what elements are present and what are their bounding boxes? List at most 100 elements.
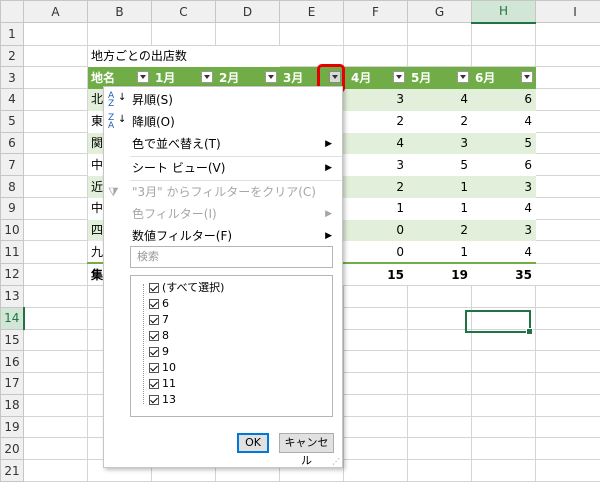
cell[interactable] — [535, 262, 600, 287]
row-header[interactable]: 11 — [0, 240, 24, 264]
filter-checkbox-item[interactable]: 11 — [149, 376, 176, 392]
cell[interactable]: 3 — [343, 153, 408, 177]
cell[interactable]: 3 — [471, 218, 536, 242]
checkbox[interactable] — [149, 283, 159, 293]
cell[interactable] — [215, 22, 280, 46]
cell[interactable] — [471, 22, 536, 46]
checkbox[interactable] — [149, 395, 159, 405]
cell[interactable]: 0 — [343, 240, 408, 264]
filter-value-list[interactable]: (すべて選択) 6 7 8 9 10 11 13 — [130, 275, 333, 417]
cell[interactable] — [407, 350, 472, 374]
cell[interactable] — [535, 306, 600, 330]
filter-checkbox-item[interactable]: 13 — [149, 392, 176, 408]
cell[interactable] — [407, 437, 472, 461]
cell[interactable] — [23, 240, 88, 264]
column-header-i[interactable]: I — [535, 0, 600, 24]
row-header[interactable]: 18 — [0, 393, 24, 417]
cell[interactable] — [407, 306, 472, 330]
row-header[interactable]: 1 — [0, 22, 24, 46]
menu-item-sort-ascending[interactable]: A Z ↓ 昇順(S) — [104, 89, 342, 111]
cell[interactable] — [23, 44, 88, 68]
cell[interactable] — [535, 131, 600, 155]
cell[interactable] — [23, 22, 88, 46]
cell[interactable] — [535, 218, 600, 242]
cell[interactable] — [343, 437, 408, 461]
cell[interactable]: 1 — [407, 196, 472, 220]
table-header-may[interactable]: 5月 — [407, 66, 472, 90]
cell[interactable]: 6 — [471, 153, 536, 177]
filter-checkbox-item[interactable]: 9 — [149, 344, 169, 360]
checkbox[interactable] — [149, 315, 159, 325]
cell[interactable] — [23, 153, 88, 177]
cell[interactable] — [535, 240, 600, 264]
cell[interactable] — [535, 109, 600, 133]
cell[interactable] — [407, 285, 472, 308]
ok-button[interactable]: OK — [237, 433, 269, 453]
cell[interactable] — [535, 350, 600, 374]
filter-checkbox-item[interactable]: 8 — [149, 328, 169, 344]
cell[interactable] — [535, 196, 600, 220]
cell[interactable] — [23, 393, 88, 417]
cell[interactable] — [23, 218, 88, 242]
cell[interactable]: 1 — [407, 240, 472, 264]
cell[interactable] — [407, 459, 472, 482]
cell[interactable]: 3 — [343, 88, 408, 111]
cell[interactable] — [471, 372, 536, 395]
cell[interactable]: 5 — [471, 131, 536, 155]
cell[interactable] — [343, 285, 408, 308]
cell[interactable] — [343, 415, 408, 439]
cell[interactable] — [471, 459, 536, 482]
row-header[interactable]: 12 — [0, 262, 24, 287]
cell[interactable] — [23, 109, 88, 133]
filter-dropdown-button[interactable] — [521, 71, 533, 84]
row-header[interactable]: 3 — [0, 66, 24, 90]
filter-checkbox-item[interactable]: 6 — [149, 296, 169, 312]
cell[interactable] — [23, 131, 88, 155]
cell[interactable] — [279, 22, 344, 46]
cell[interactable] — [471, 350, 536, 374]
cell[interactable] — [23, 175, 88, 198]
row-header[interactable]: 4 — [0, 88, 24, 111]
cell[interactable] — [343, 350, 408, 374]
filter-checkbox-item[interactable]: 7 — [149, 312, 169, 328]
cell[interactable] — [151, 22, 216, 46]
cell[interactable]: 3 — [407, 131, 472, 155]
row-header[interactable]: 20 — [0, 437, 24, 461]
cell[interactable] — [23, 306, 88, 330]
filter-dropdown-button[interactable] — [457, 71, 469, 84]
resize-grip-icon[interactable]: ⋰ — [332, 458, 340, 466]
row-header[interactable]: 21 — [0, 459, 24, 482]
row-header[interactable]: 16 — [0, 350, 24, 374]
menu-item-number-filter[interactable]: 数値フィルター(F) ▶ — [104, 225, 342, 247]
checkbox[interactable] — [149, 331, 159, 341]
cell[interactable] — [23, 328, 88, 352]
cell[interactable] — [407, 328, 472, 352]
cell[interactable] — [535, 22, 600, 46]
cell[interactable] — [23, 88, 88, 111]
row-header[interactable]: 13 — [0, 285, 24, 308]
cell[interactable] — [535, 66, 600, 90]
cell[interactable] — [535, 459, 600, 482]
cell[interactable] — [343, 22, 408, 46]
sheet-title-cell[interactable]: 地方ごとの出店数 — [87, 44, 280, 68]
cell[interactable] — [535, 285, 600, 308]
menu-item-sheet-view[interactable]: シート ビュー(V) ▶ — [104, 157, 342, 179]
cell[interactable] — [471, 415, 536, 439]
column-header-a[interactable]: A — [23, 0, 88, 24]
cell[interactable] — [407, 415, 472, 439]
menu-item-clear-filter[interactable]: ⧩ "3月" からフィルターをクリア(C) — [104, 181, 342, 203]
cell[interactable] — [535, 437, 600, 461]
cell[interactable] — [23, 285, 88, 308]
cell[interactable] — [407, 44, 472, 68]
menu-item-sort-descending[interactable]: Z A ↓ 降順(O) — [104, 111, 342, 133]
cell[interactable]: 5 — [407, 153, 472, 177]
cell[interactable] — [343, 372, 408, 395]
filter-dropdown-button[interactable] — [393, 71, 405, 84]
cell[interactable] — [535, 372, 600, 395]
cell[interactable]: 4 — [471, 196, 536, 220]
cell[interactable]: 4 — [343, 131, 408, 155]
cell[interactable]: 1 — [343, 196, 408, 220]
cell[interactable] — [471, 285, 536, 308]
cell[interactable] — [535, 175, 600, 198]
filter-checkbox-item[interactable]: 10 — [149, 360, 176, 376]
